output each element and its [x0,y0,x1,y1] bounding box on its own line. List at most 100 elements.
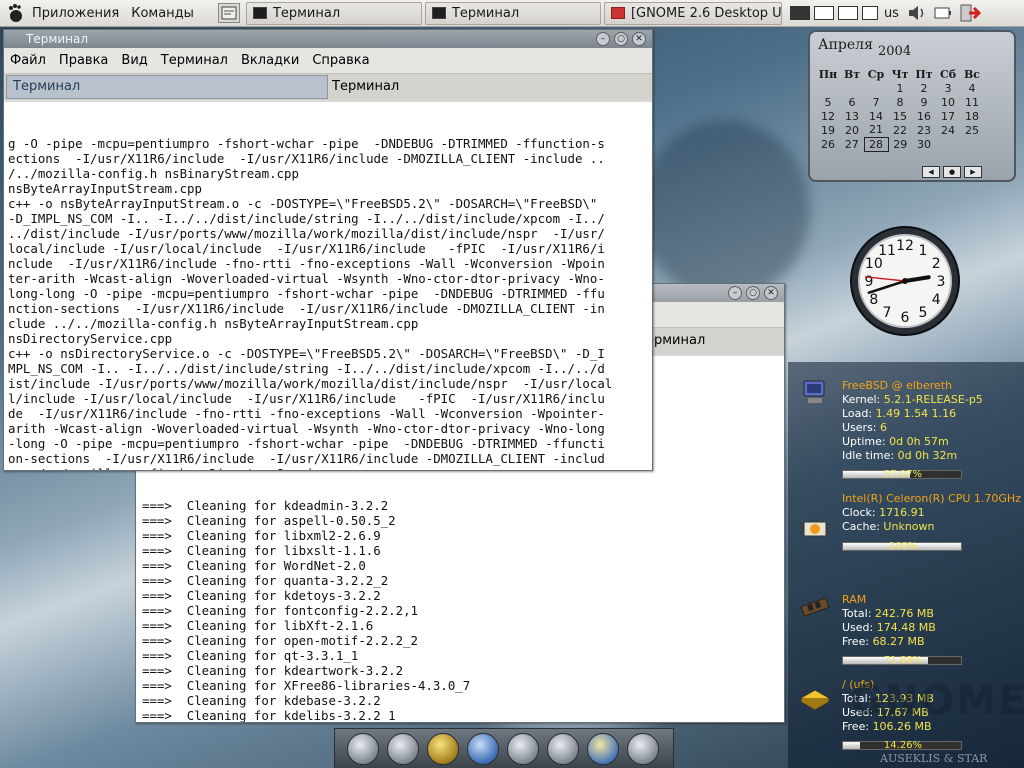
cpu-bar-percent: 100% [888,541,918,552]
calendar-day[interactable]: 8 [888,95,912,109]
calendar-day[interactable]: 12 [816,109,840,123]
calendar-day[interactable]: 5 [816,95,840,109]
menu-file[interactable]: Файл [10,53,46,68]
tab-terminal-1[interactable]: Терминал [6,75,328,99]
terminal-output[interactable]: g -O -pipe -mcpu=pentiumpro -fshort-wcha… [4,102,652,470]
calendar-day[interactable]: 9 [912,95,936,109]
window-titlebar[interactable]: Терминал – ○ ✕ [4,30,652,48]
calendar-day[interactable]: 3 [936,81,960,95]
calendar-day[interactable]: 13 [840,109,864,123]
taskbar-label: Терминал [272,5,341,21]
calendar-day[interactable]: 2 [912,81,936,95]
menu-tabs[interactable]: Вкладки [241,53,299,68]
settings-icon[interactable] [627,732,659,765]
media-player-icon[interactable] [347,732,379,765]
keyboard-layout-indicator[interactable]: us [880,0,903,27]
menubar: Файл Правка Вид Терминал Вкладки Справка [4,48,652,74]
terminal-line: ist/include -I/usr/ports/www/mozilla/wor… [8,376,613,391]
workspace-4[interactable] [861,6,878,20]
actions-menu[interactable]: Команды [125,0,200,27]
terminal-line: -long -O -pipe -mcpu=pentiumpro -fshort-… [8,436,605,451]
calendar-nav: ◀ ● ▶ [922,166,982,178]
network-icon[interactable] [467,732,499,765]
minimize-icon[interactable]: – [728,286,742,300]
calendar-day[interactable]: 7 [864,95,888,109]
gnome-foot-icon[interactable] [6,3,24,23]
window-controls: – ○ ✕ [596,32,646,46]
calendar-day[interactable]: 1 [888,81,912,95]
show-desktop-button[interactable] [217,3,240,23]
terminal-line: c++ -o nsByteArrayInputStream.o -c -DOST… [8,196,598,211]
workspace-switcher[interactable] [788,6,880,20]
calendar-day[interactable]: 26 [816,137,840,151]
taskbar-button-terminal-1[interactable]: Терминал [245,1,422,25]
terminal-line: nction-sections -I/usr/X11R6/include -I/… [8,301,605,316]
clock-numeral: 11 [878,243,896,259]
calendar-day[interactable]: 11 [960,95,984,109]
shell-icon[interactable] [387,732,419,765]
calendar-day [936,137,960,151]
calendar-day[interactable]: 17 [936,109,960,123]
prev-month-button[interactable]: ◀ [922,166,940,178]
file-manager-icon[interactable] [587,732,619,765]
calendar-day[interactable]: 10 [936,95,960,109]
calendar-day[interactable]: 19 [816,123,840,137]
editor-icon[interactable] [547,732,579,765]
ram-info: RAM Total: 242.76 MB Used: 174.48 MB Fre… [842,593,936,649]
notepad-icon [221,6,237,20]
terminal-window-front[interactable]: Терминал – ○ ✕ Файл Правка Вид Терминал … [3,29,653,471]
menu-edit[interactable]: Правка [59,53,108,68]
calendar-day[interactable]: 25 [960,123,984,137]
calendar-day [960,137,984,151]
calendar-day[interactable]: 20 [840,123,864,137]
calendar-day[interactable]: 29 [888,137,912,151]
taskbar-label: Терминал [451,5,520,21]
calendar-day[interactable]: 4 [960,81,984,95]
calendar-day[interactable]: 22 [888,123,912,137]
ram-bar: 71.88% [842,655,962,666]
current-month-button[interactable]: ● [943,166,961,178]
close-icon[interactable]: ✕ [764,286,778,300]
browser-icon [610,7,625,19]
volume-icon[interactable] [907,4,927,22]
calendar-day[interactable]: 30 [912,137,936,151]
logout-icon[interactable] [959,3,981,23]
calendar-day[interactable]: 27 [840,137,864,151]
calendar-day[interactable]: 16 [912,109,936,123]
calendar-month: Апреля [818,37,873,53]
calendar-day[interactable]: 23 [912,123,936,137]
calendar-day[interactable]: 24 [936,123,960,137]
calendar-day[interactable]: 15 [888,109,912,123]
menu-view[interactable]: Вид [121,53,147,68]
terminal-line: e ../../mozilla-config.h nsDirectoryServ… [8,466,652,470]
calendar-day[interactable]: 18 [960,109,984,123]
taskbar-button-terminal-2[interactable]: Терминал [424,1,601,25]
menu-terminal[interactable]: Терминал [161,53,228,68]
calendar-widget[interactable]: Апреля 2004 Пн Вт Ср Чт Пт Сб Вс 1 2 3 4 5 6 7 8 9 10 11… [808,30,1016,182]
tab-terminal-2[interactable]: Терминал [328,74,650,100]
calendar-day[interactable]: 6 [840,95,864,109]
maximize-icon[interactable]: ○ [746,286,760,300]
applications-menu[interactable]: Приложения [26,0,125,27]
terminal-line: ===> Cleaning for libxml2-2.6.9 [142,528,381,543]
close-icon[interactable]: ✕ [632,32,646,46]
clock-numeral: 8 [869,292,878,308]
ram-title: RAM [842,593,867,606]
workspace-3[interactable] [837,6,858,20]
tools-icon[interactable] [507,732,539,765]
menu-help[interactable]: Справка [312,53,369,68]
games-icon[interactable] [427,732,459,765]
calendar-day[interactable]: 14 [864,109,888,123]
minimize-icon[interactable]: – [596,32,610,46]
calendar-day[interactable]: 21 [864,123,888,137]
terminal-line: clude ../../mozilla-config.h nsByteArray… [8,316,419,331]
load-bar: 57.07% [842,469,962,480]
calendar-day[interactable]: 28 [863,136,889,152]
workspace-1[interactable] [789,6,810,20]
next-month-button[interactable]: ▶ [964,166,982,178]
taskbar-button-browser[interactable]: [GNOME 2.6 Desktop Us [603,1,782,25]
workspace-2[interactable] [813,6,834,20]
taskbar-label: [GNOME 2.6 Desktop Us [630,5,782,21]
maximize-icon[interactable]: ○ [614,32,628,46]
terminal-line: /../mozilla-config.h nsBinaryStream.cpp [8,166,299,181]
